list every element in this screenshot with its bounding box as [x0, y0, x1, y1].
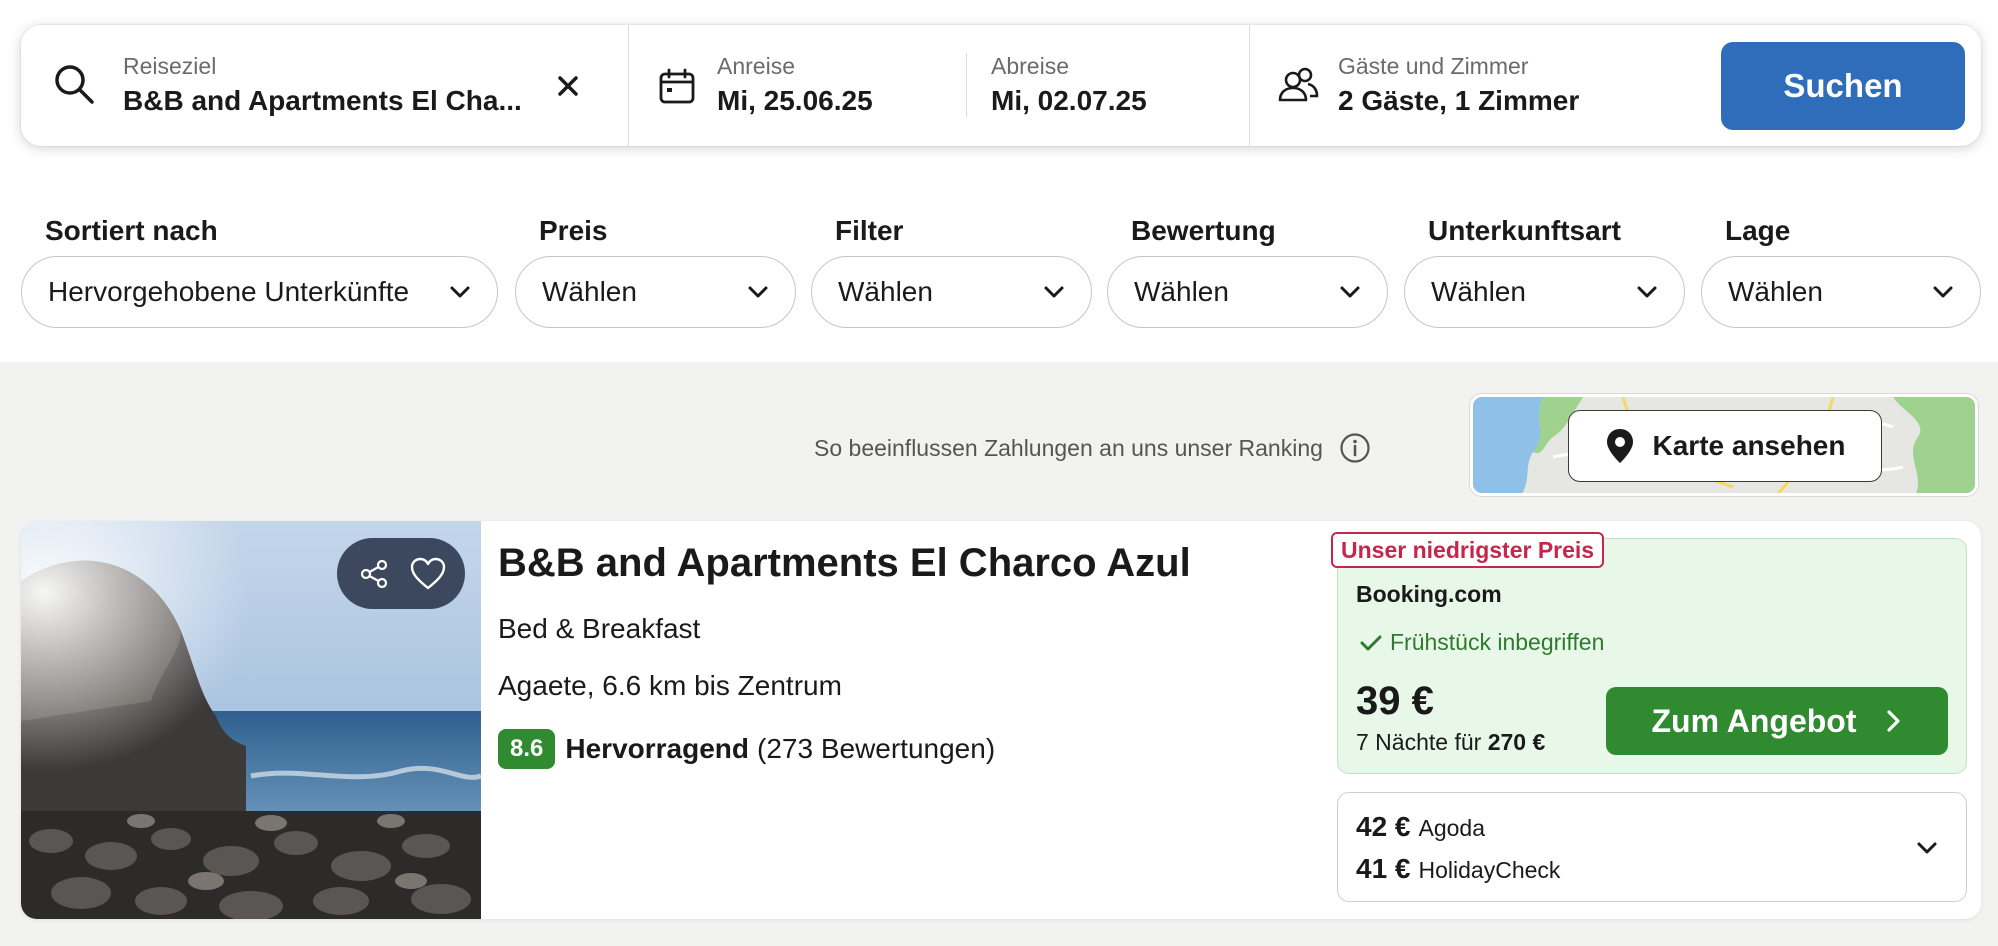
other-offer-provider: Agoda — [1418, 815, 1486, 841]
checkin-value[interactable]: Mi, 25.06.25 — [717, 85, 873, 117]
view-map-label: Karte ansehen — [1652, 430, 1846, 461]
checkout-field[interactable]: Abreise Mi, 02.07.25 — [967, 25, 1251, 146]
heart-icon[interactable] — [408, 554, 448, 594]
guests-field[interactable]: Gäste und Zimmer 2 Gäste, 1 Zimmer Suche… — [1250, 25, 1981, 146]
ranking-note-text: So beeinflussen Zahlungen an uns unser R… — [814, 434, 1323, 461]
review-count: (273 Bewertungen) — [757, 733, 996, 764]
total-price: 7 Nächte für 270 € — [1356, 729, 1545, 756]
chevron-down-icon — [748, 286, 768, 298]
rating-filter-select[interactable]: Wählen — [1107, 256, 1388, 328]
rating-summary[interactable]: 8.6 Hervorragend (273 Bewertungen) — [498, 729, 995, 769]
hotel-card[interactable]: B&B and Apartments El Charco Azul Bed & … — [21, 521, 1981, 919]
hotel-photo[interactable] — [21, 521, 482, 919]
other-offer-price: 41 € — [1356, 853, 1411, 884]
share-icon[interactable] — [354, 554, 394, 594]
chevron-down-icon — [1044, 286, 1064, 298]
search-icon — [51, 61, 97, 107]
other-offer-price: 42 € — [1356, 811, 1411, 842]
offer-price: 39 € — [1356, 679, 1434, 723]
filter-value: Wählen — [838, 276, 933, 307]
chevron-down-icon — [1340, 286, 1360, 298]
chevron-right-icon — [1886, 710, 1900, 732]
location-filter-label: Lage — [1725, 215, 1791, 246]
date-fields: Anreise Mi, 25.06.25 Abreise Mi, 02.07.2… — [628, 25, 1250, 146]
location-filter-value: Wählen — [1728, 276, 1823, 307]
location-filter-select[interactable]: Wählen — [1701, 256, 1981, 328]
property-type-value: Wählen — [1431, 276, 1526, 307]
rating-word: Hervorragend — [565, 733, 749, 764]
rating-filter-label: Bewertung — [1131, 215, 1276, 246]
nights-text: 7 Nächte für — [1356, 729, 1482, 755]
guests-value[interactable]: 2 Gäste, 1 Zimmer — [1338, 85, 1579, 117]
other-offer-provider: HolidayCheck — [1418, 857, 1561, 883]
rating-filter-value: Wählen — [1134, 276, 1229, 307]
filter-select[interactable]: Wählen — [811, 256, 1092, 328]
clear-icon[interactable] — [551, 69, 585, 103]
photo-actions — [337, 538, 465, 609]
map-pin-icon — [1606, 429, 1633, 463]
chevron-down-icon[interactable] — [1914, 835, 1940, 861]
sort-select[interactable]: Hervorgehobene Unterkünfte — [21, 256, 498, 328]
view-map-button[interactable]: Karte ansehen — [1568, 410, 1882, 482]
other-offers-dropdown[interactable]: 42 € Agoda 41 € HolidayCheck — [1337, 792, 1967, 902]
price-filter-value: Wählen — [542, 276, 637, 307]
total-price-value: 270 € — [1487, 729, 1546, 755]
lowest-price-badge: Unser niedrigster Preis — [1331, 532, 1605, 568]
other-offer-row[interactable]: 42 € Agoda — [1356, 811, 1485, 843]
hotel-name[interactable]: B&B and Apartments El Charco Azul — [498, 541, 1191, 586]
info-icon[interactable] — [1339, 432, 1371, 464]
checkin-label: Anreise — [717, 53, 795, 79]
guests-icon — [1276, 65, 1320, 105]
other-offer-row[interactable]: 41 € HolidayCheck — [1356, 853, 1560, 885]
amenity: Frühstück inbegriffen — [1360, 629, 1604, 656]
destination-field[interactable]: Reiseziel B&B and Apartments El Cha... — [21, 25, 628, 146]
destination-value[interactable]: B&B and Apartments El Cha... — [123, 85, 522, 117]
hotel-type: Bed & Breakfast — [498, 613, 701, 644]
view-deal-button[interactable]: Zum Angebot — [1606, 687, 1948, 755]
checkout-value[interactable]: Mi, 02.07.25 — [991, 85, 1147, 117]
property-type-label: Unterkunftsart — [1428, 215, 1621, 246]
checkin-field[interactable]: Anreise Mi, 25.06.25 — [629, 25, 966, 146]
chevron-down-icon — [1637, 286, 1657, 298]
guests-label: Gäste und Zimmer — [1338, 53, 1529, 79]
chevron-down-icon — [1933, 286, 1953, 298]
price-filter-select[interactable]: Wählen — [515, 256, 796, 328]
sort-value: Hervorgehobene Unterkünfte — [48, 276, 410, 307]
score-badge: 8.6 — [498, 729, 556, 769]
chevron-down-icon — [450, 286, 470, 298]
price-filter-label: Preis — [539, 215, 608, 246]
search-button[interactable]: Suchen — [1721, 42, 1965, 130]
checkmark-icon — [1360, 635, 1382, 650]
search-bar: Reiseziel B&B and Apartments El Cha... A… — [21, 25, 1981, 146]
best-offer-box[interactable]: Booking.com Frühstück inbegriffen 39 € 7… — [1337, 538, 1967, 774]
filter-label: Filter — [835, 215, 904, 246]
checkout-label: Abreise — [991, 53, 1069, 79]
hotel-location[interactable]: Agaete, 6.6 km bis Zentrum — [498, 670, 842, 702]
amenity-text: Frühstück inbegriffen — [1390, 629, 1605, 655]
offer-provider: Booking.com — [1356, 581, 1502, 607]
property-type-select[interactable]: Wählen — [1404, 256, 1685, 328]
ranking-note[interactable]: So beeinflussen Zahlungen an uns unser R… — [814, 432, 1371, 464]
destination-label: Reiseziel — [123, 53, 217, 79]
sort-label: Sortiert nach — [45, 215, 218, 246]
view-deal-label: Zum Angebot — [1651, 702, 1857, 739]
